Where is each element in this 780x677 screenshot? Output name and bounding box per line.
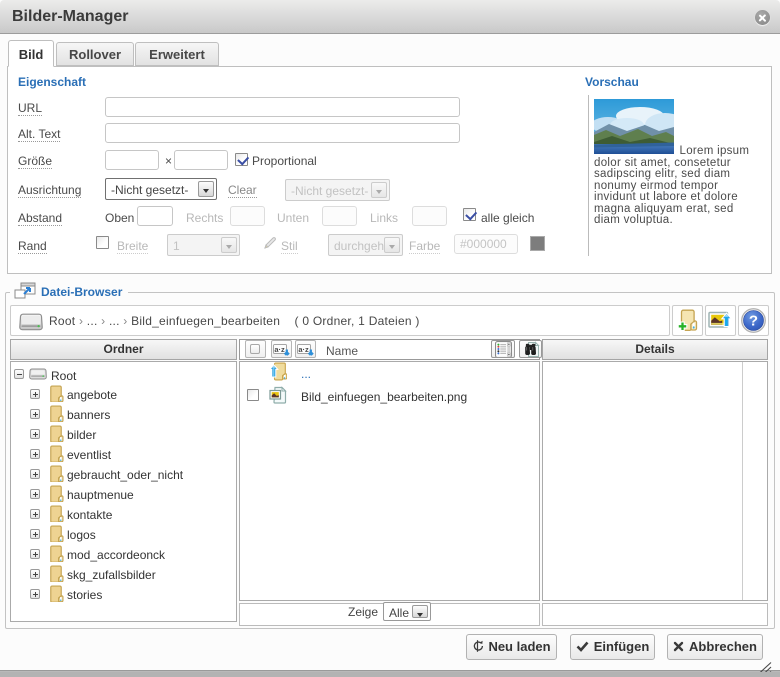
svg-text:a·z: a·z [274,345,285,354]
svg-text:a·z: a·z [298,345,309,354]
svg-text:?: ? [749,313,758,330]
